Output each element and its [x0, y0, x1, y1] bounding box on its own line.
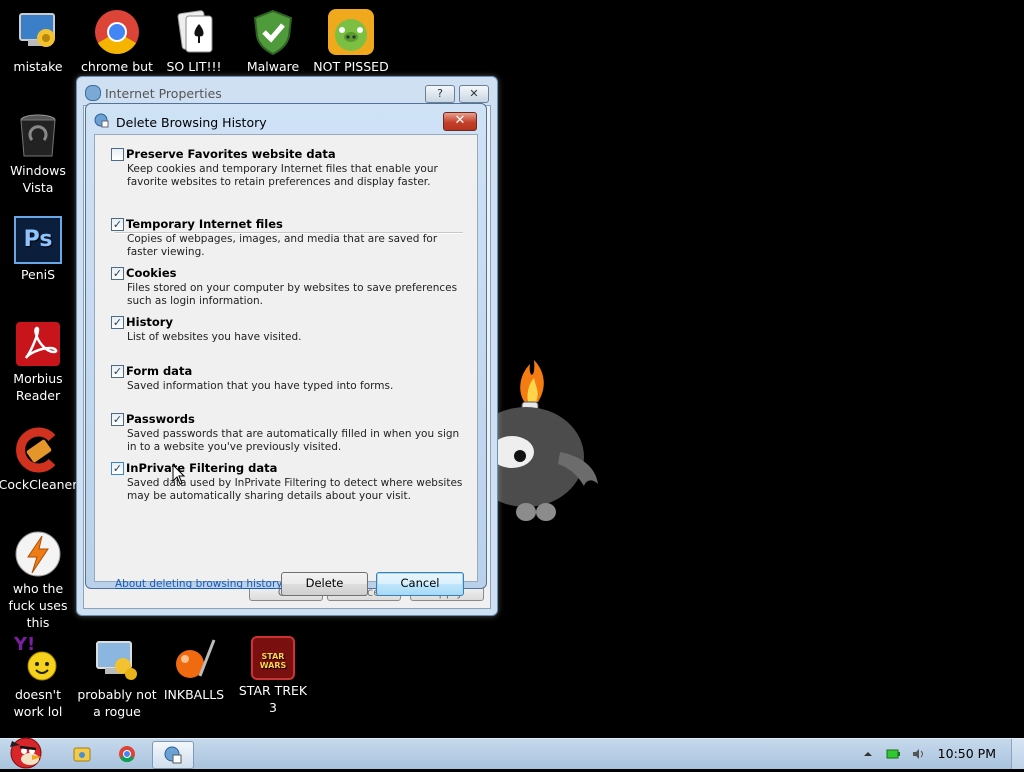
desktop-icon-windows-vista[interactable]: Windows Vista [0, 112, 78, 196]
desktop-icon-label: doesn't work lol [13, 687, 63, 719]
desktop-icon-label: mistake [13, 59, 63, 74]
solitaire-icon [170, 8, 218, 56]
checkbox-history[interactable]: ✓ [111, 316, 124, 329]
angry-birds-pig-icon [327, 8, 375, 56]
mouse-cursor-icon [172, 463, 186, 489]
desktop-icon-yahoo[interactable]: Y! doesn't work lol [0, 636, 78, 720]
desktop-icon-label: NOT PISSED [313, 59, 389, 74]
desktop-icon-rogue[interactable]: probably not a rogue [77, 636, 157, 720]
yahoo-glyph: Y! [14, 634, 36, 655]
chrome-icon [93, 8, 141, 56]
dialog-icon [94, 113, 109, 128]
option-description: Files stored on your computer by website… [127, 282, 458, 307]
desktop-icon-label: Windows Vista [10, 163, 66, 195]
option-title[interactable]: History [126, 315, 173, 329]
option-title[interactable]: InPrivate Filtering data [126, 461, 277, 475]
winamp-bolt-icon [14, 530, 62, 578]
desktop-icon-malware[interactable]: Malware [233, 8, 313, 75]
checkbox-passwords[interactable]: ✓ [111, 413, 124, 426]
option-description: List of websites you have visited. [127, 331, 302, 343]
cancel-button[interactable]: Cancel [376, 572, 464, 596]
desktop-icon-morbius-reader[interactable]: Morbius Reader [0, 320, 78, 404]
desktop-icon-label: SO LIT!!! [166, 59, 222, 74]
option-title[interactable]: Passwords [126, 412, 195, 426]
photoshop-icon: Ps [14, 216, 62, 264]
delete-browsing-history-dialog[interactable]: Delete Browsing History ✕ Preserve Favor… [85, 103, 487, 596]
clock[interactable]: 10:50 PM [938, 746, 996, 761]
delete-button[interactable]: Delete [281, 572, 368, 596]
computer-settings-icon [14, 8, 62, 56]
dialog-title: Delete Browsing History [116, 115, 267, 130]
photoshop-glyph: Ps [23, 227, 53, 252]
option-description: Copies of webpages, images, and media th… [127, 233, 438, 258]
desktop-icon-star-trek[interactable]: STAR WARS STAR TREK 3 [233, 636, 313, 716]
acrobat-reader-icon [14, 320, 62, 368]
chrome-icon[interactable] [107, 741, 147, 767]
checkbox-preserve-favorites[interactable] [111, 148, 124, 161]
desktop-icon-not-pissed[interactable]: NOT PISSED [311, 8, 391, 75]
checkbox-cookies[interactable]: ✓ [111, 267, 124, 280]
shield-check-icon [249, 8, 297, 56]
desktop-icon-chrome[interactable]: chrome but [77, 8, 157, 75]
show-desktop-button[interactable] [1011, 739, 1024, 769]
option-title[interactable]: Form data [126, 364, 192, 378]
desktop-icon-label: CockCleaner [0, 477, 78, 492]
desktop-icon-label: INKBALLS [163, 687, 225, 702]
help-button[interactable]: ? [425, 85, 455, 103]
desktop-icon-cockcleaner[interactable]: CockCleaner [0, 426, 78, 493]
angry-bird-start-icon[interactable] [2, 731, 48, 769]
yahoo-messenger-icon: Y! [14, 636, 62, 684]
checkbox-inprivate-filtering-data[interactable]: ✓ [111, 462, 124, 475]
window-title: Internet Properties [105, 86, 222, 101]
option-description: Saved information that you have typed in… [127, 380, 394, 392]
option-title[interactable]: Preserve Favorites website data [126, 147, 336, 161]
desktop-icon-label: STAR TREK 3 [238, 683, 308, 715]
desktop-icon-mistake[interactable]: mistake [0, 8, 78, 75]
dialog-client-area: Preserve Favorites website data Keep coo… [94, 134, 478, 596]
trash-bin-icon [14, 112, 62, 160]
battery-icon[interactable] [886, 748, 900, 760]
inkball-icon [170, 636, 218, 684]
bomb-character-image [468, 352, 606, 527]
desktop-icon-label: Malware [246, 59, 300, 74]
checkbox-form-data[interactable]: ✓ [111, 365, 124, 378]
internet-options-icon[interactable] [152, 741, 194, 769]
desktop-icon-label: PeniS [20, 267, 56, 282]
volume-icon[interactable] [912, 748, 924, 760]
option-title[interactable]: Temporary Internet files [126, 217, 283, 231]
option-description: Keep cookies and temporary Internet file… [127, 163, 438, 188]
checkbox-temporary-internet-files[interactable]: ✓ [111, 218, 124, 231]
close-button[interactable]: ✕ [459, 85, 489, 103]
desktop-icon-photoshop[interactable]: Ps PeniS [0, 216, 78, 283]
desktop-icon-label: who the fuck uses this [8, 581, 68, 630]
desktop-icon-inkballs[interactable]: INKBALLS [154, 636, 234, 703]
desktop-icon-solitaire[interactable]: SO LIT!!! [154, 8, 234, 75]
option-title[interactable]: Cookies [126, 266, 176, 280]
star-wars-glyph: STAR WARS [259, 652, 287, 670]
desktop-icon-winamp[interactable]: who the fuck uses this [0, 530, 78, 631]
option-description: Saved passwords that are automatically f… [127, 428, 460, 453]
internet-options-icon [85, 85, 101, 101]
explorer-icon[interactable] [62, 741, 102, 767]
arrow-up-icon[interactable] [862, 748, 874, 760]
ccleaner-icon [14, 426, 62, 474]
desktop-icon-label: chrome but [81, 59, 153, 74]
close-button[interactable]: ✕ [443, 112, 477, 131]
about-deleting-history-link[interactable]: About deleting browsing history [115, 578, 283, 590]
desktop-icon-label: probably not a rogue [77, 687, 157, 719]
desktop-icon-label: Morbius Reader [13, 371, 63, 403]
star-wars-angry-birds-icon: STAR WARS [251, 636, 295, 680]
computer-gears-icon [93, 636, 141, 684]
taskbar: 10:50 PM [0, 737, 1024, 769]
